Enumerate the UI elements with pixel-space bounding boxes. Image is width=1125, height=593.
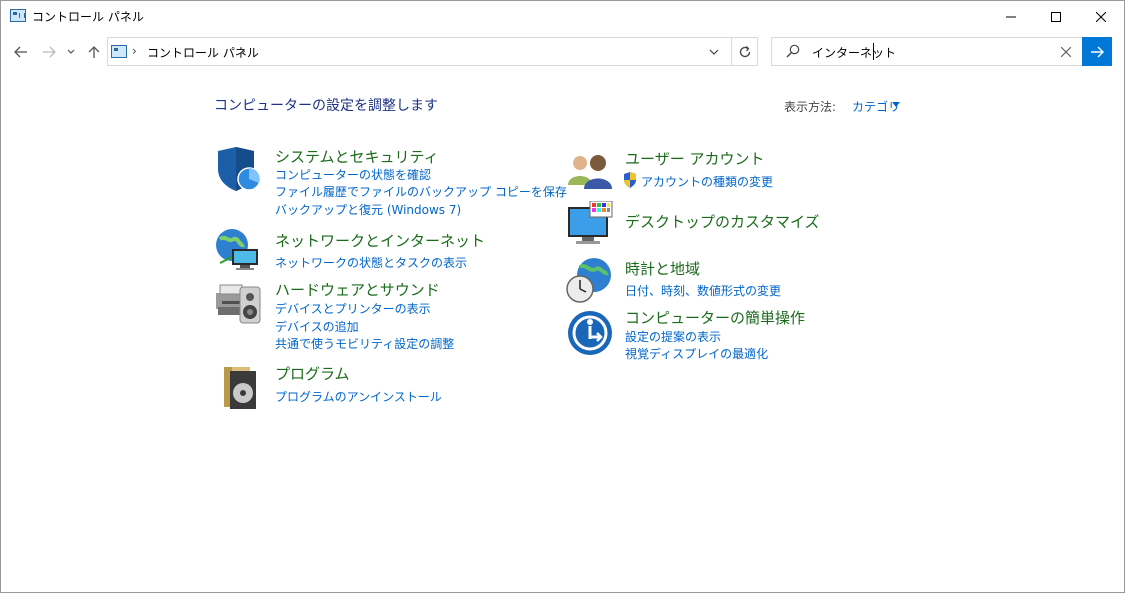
close-icon: [1096, 11, 1106, 22]
category-title-programs[interactable]: プログラム: [275, 363, 350, 384]
search-box[interactable]: インターネット: [771, 37, 1083, 66]
address-bar[interactable]: › コントロール パネル ›: [107, 37, 758, 66]
up-button[interactable]: [84, 41, 104, 63]
address-dropdown-button[interactable]: [704, 43, 724, 61]
category-title-user-accounts[interactable]: ユーザー アカウント: [625, 148, 764, 169]
close-button[interactable]: [1078, 1, 1124, 32]
arrow-left-icon: [14, 46, 27, 58]
link-backup-restore[interactable]: バックアップと復元 (Windows 7): [275, 201, 461, 218]
window-title: コントロール パネル: [32, 10, 144, 24]
link-file-history-backup[interactable]: ファイル履歴でファイルのバックアップ コピーを保存: [275, 183, 567, 200]
arrow-right-icon: [1091, 45, 1104, 58]
title-bar[interactable]: コントロール パネル: [1, 1, 1124, 32]
view-by-label: 表示方法:: [784, 100, 837, 114]
clock-globe-icon[interactable]: [566, 257, 616, 305]
text-caret: [873, 43, 874, 60]
link-optimize-display[interactable]: 視覚ディスプレイの最適化: [625, 345, 768, 362]
recent-locations-button[interactable]: [64, 41, 78, 63]
maximize-button[interactable]: [1033, 1, 1079, 32]
control-panel-window: コントロール パネル › コントロール パネル › インターネット コンピュータ…: [0, 0, 1125, 593]
link-devices-printers[interactable]: デバイスとプリンターの表示: [275, 300, 431, 317]
link-uninstall-program[interactable]: プログラムのアンインストール: [275, 388, 442, 405]
category-title-desktop-customize[interactable]: デスクトップのカスタマイズ: [625, 211, 820, 232]
page-title: コンピューターの設定を調整します: [214, 98, 438, 114]
forward-button[interactable]: [39, 41, 59, 63]
back-button[interactable]: [11, 41, 31, 63]
program-disc-icon[interactable]: [214, 363, 264, 411]
category-title-network-internet[interactable]: ネットワークとインターネット: [275, 230, 485, 251]
chevron-down-icon: [709, 49, 719, 55]
arrow-up-icon: [88, 46, 100, 58]
breadcrumb-chevron-icon[interactable]: ›: [132, 44, 137, 58]
close-icon: [1061, 47, 1071, 57]
link-change-account-type[interactable]: アカウントの種類の変更: [641, 173, 773, 190]
refresh-icon: [739, 45, 751, 58]
shield-icon[interactable]: [214, 145, 264, 193]
search-go-button[interactable]: [1082, 37, 1112, 66]
link-date-time-format[interactable]: 日付、時刻、数値形式の変更: [625, 282, 781, 299]
control-panel-small-icon: [111, 45, 127, 58]
link-add-device[interactable]: デバイスの追加: [275, 318, 359, 335]
printer-speaker-icon[interactable]: [214, 279, 264, 327]
link-check-computer-status[interactable]: コンピューターの状態を確認: [275, 166, 431, 183]
category-title-hardware-sound[interactable]: ハードウェアとサウンド: [275, 279, 440, 300]
link-recommended-settings[interactable]: 設定の提案の表示: [625, 328, 721, 345]
dropdown-triangle-icon[interactable]: [892, 102, 900, 107]
maximize-icon: [1051, 11, 1061, 22]
ease-of-access-icon[interactable]: [566, 309, 616, 357]
refresh-button[interactable]: [735, 42, 755, 62]
link-mobility-settings[interactable]: 共通で使うモビリティ設定の調整: [275, 335, 454, 352]
chevron-down-icon: [67, 49, 75, 54]
search-input[interactable]: インターネット: [812, 44, 896, 61]
minimize-button[interactable]: [988, 1, 1034, 32]
divider: [731, 38, 732, 65]
link-network-status-tasks[interactable]: ネットワークの状態とタスクの表示: [275, 254, 467, 271]
control-panel-icon: [10, 9, 26, 22]
network-globe-icon[interactable]: [214, 227, 264, 275]
arrow-right-icon: [43, 46, 56, 58]
breadcrumb-chevron-icon[interactable]: ›: [241, 44, 246, 58]
clear-search-button[interactable]: [1058, 44, 1074, 60]
minimize-icon: [1006, 16, 1016, 17]
uac-shield-icon: [624, 172, 636, 188]
category-title-ease-of-access[interactable]: コンピューターの簡単操作: [625, 307, 805, 328]
category-title-system-security[interactable]: システムとセキュリティ: [275, 146, 439, 167]
desktop-monitor-icon[interactable]: [566, 201, 616, 249]
users-icon[interactable]: [566, 149, 616, 197]
category-title-clock-region[interactable]: 時計と地域: [625, 258, 700, 279]
search-icon: [786, 44, 800, 58]
